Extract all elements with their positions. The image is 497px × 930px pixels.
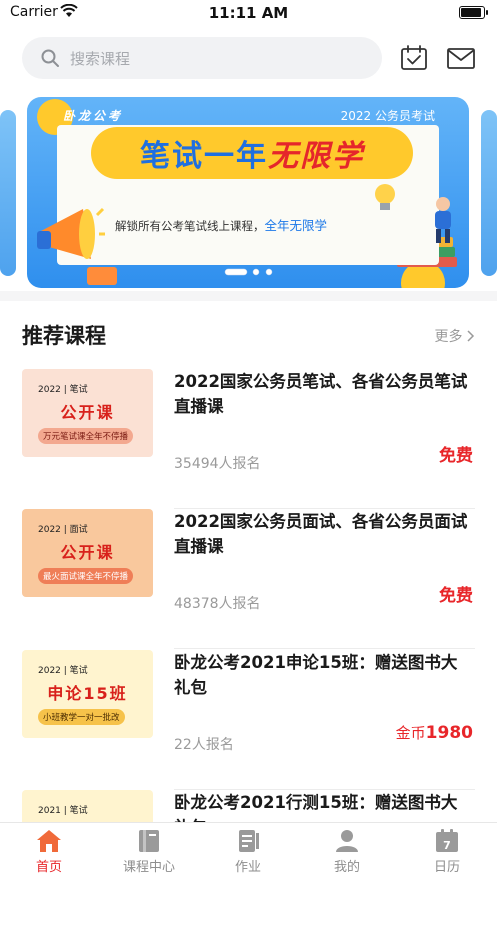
enroll-count: 35494人报名 [174,456,261,472]
banner-sub-highlight: 全年无限学 [264,218,328,233]
more-label: 更多 [434,329,463,345]
battery-icon [459,6,488,19]
thumbnail-pill: 最火面试课全年不停播 [38,568,134,584]
course-item[interactable]: 2022 | 笔试 申论15班 小班教学一对一批改 卧龙公考2021申论15班：… [22,650,475,790]
book-icon [139,830,159,852]
home-icon [37,830,61,852]
enroll-count: 22人报名 [174,737,234,753]
lightbulb-icon [375,184,395,210]
price-value: 免费 [439,586,473,606]
thumbnail-tag: 2021 | 笔试 [38,806,88,816]
more-link[interactable]: 更多 [435,326,475,346]
tab-label: 日历 [433,860,460,875]
calendar-check-icon[interactable] [398,42,430,74]
course-price: 免费 [439,441,473,466]
course-thumbnail: 2022 | 笔试 公开课 万元笔试课全年不停播 [22,369,153,457]
price-value: 1980 [425,723,473,743]
thumbnail-title: 公开课 [60,403,115,422]
thumbnail-tag: 2022 | 笔试 [38,666,88,676]
search-placeholder: 搜索课程 [70,50,131,68]
banner-prev-peek[interactable] [0,110,16,276]
homework-icon [239,830,259,852]
mail-icon[interactable] [445,42,477,74]
course-item[interactable]: 2022 | 笔试 公开课 万元笔试课全年不停播 2022国家公务员笔试、各省公… [22,369,475,509]
megaphone-icon [37,207,105,259]
course-item[interactable]: 2022 | 面试 公开课 最火面试课全年不停播 2022国家公务员面试、各省公… [22,509,475,649]
thumbnail-pill: 小班教学一对一批改 [38,709,125,725]
price-currency: 金币 [395,724,426,742]
tab-label: 首页 [35,860,62,875]
banner-headline-part2: 无限学 [268,139,364,174]
calendar-day: 7 [443,839,451,852]
search-bar[interactable]: 搜索课程 [22,37,382,79]
student-figure-icon [435,197,451,243]
course-title: 2022国家公务员笔试、各省公务员笔试直播课 [174,372,468,416]
promo-banner[interactable]: 卧龙公考 2022 公务员考试 笔试一年 无限学 解锁所有公考笔试线上课程，全年无… [27,97,469,288]
course-thumbnail: 2022 | 面试 公开课 最火面试课全年不停播 [22,509,153,597]
banner-next-peek[interactable] [481,110,497,276]
thumbnail-title: 公开课 [60,543,115,562]
calendar-icon: 7 [436,829,458,852]
status-bar: Carrier 11:11 AM [0,0,497,26]
tab-home[interactable]: 首页 [9,829,89,881]
tab-homework[interactable]: 作业 [208,829,288,881]
course-title: 2022国家公务员面试、各省公务员面试直播课 [174,512,468,556]
tab-label: 课程中心 [122,860,175,875]
enroll-count: 48378人报名 [174,596,261,612]
thumbnail-tag: 2022 | 笔试 [38,385,88,395]
price-value: 免费 [439,446,473,466]
banner-headline-part1: 笔试一年 [140,139,268,174]
course-title: 卧龙公考2021申论15班：赠送图书大礼包 [174,653,458,697]
person-icon [336,830,358,852]
thumbnail-tag: 2022 | 面试 [38,525,88,535]
tab-mine[interactable]: 我的 [307,829,387,881]
search-icon [41,49,59,67]
thumbnail-pill: 万元笔试课全年不停播 [38,428,134,444]
tab-label: 我的 [333,860,360,875]
course-price: 免费 [439,581,473,606]
banner-sub-text: 解锁所有公考笔试线上课程， [115,219,265,233]
clock: 11:11 AM [208,4,289,22]
course-price: 金币1980 [396,722,473,743]
thumbnail-title: 申论15班 [47,684,128,703]
carousel-indicator [224,268,273,276]
section-title: 推荐课程 [22,324,106,348]
banner-year: 2022 公务员考试 [340,109,435,123]
banner-subtitle: 解锁所有公考笔试线上课程，全年无限学 [115,215,327,234]
row-divider [174,648,475,649]
section-divider [0,291,497,301]
tab-calendar[interactable]: 7 日历 [407,829,487,881]
course-thumbnail: 2022 | 笔试 申论15班 小班教学一对一批改 [22,650,153,738]
tab-course-center[interactable]: 课程中心 [109,829,189,881]
banner-headline: 笔试一年 无限学 [91,127,413,179]
tab-label: 作业 [234,860,261,875]
banner-brand: 卧龙公考 [63,109,124,123]
chevron-right-icon [467,330,475,342]
tab-bar: 首页 课程中心 作业 我的 7 日历 [0,822,497,883]
